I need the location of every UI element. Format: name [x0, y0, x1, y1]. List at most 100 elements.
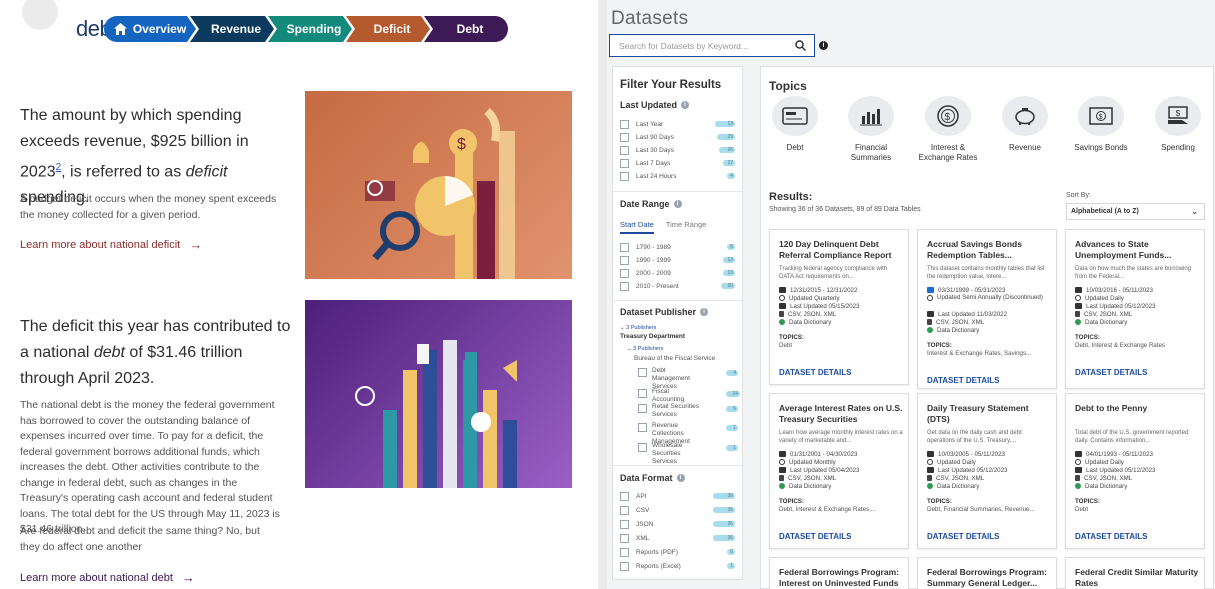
filter-api[interactable]: API 36	[620, 490, 735, 502]
info-icon[interactable]: i	[673, 200, 682, 208]
filter-1990-1999[interactable]: 1990 - 1999 12	[620, 254, 735, 266]
checkbox[interactable]	[620, 145, 629, 155]
dataset-card[interactable]: Federal Credit Similar Maturity Rates	[1065, 557, 1205, 589]
info-icon[interactable]: i	[819, 41, 828, 50]
checkbox[interactable]	[620, 519, 629, 529]
nav-revenue[interactable]: Revenue	[190, 16, 274, 42]
checkbox[interactable]	[620, 255, 629, 265]
info-icon[interactable]: i	[676, 474, 685, 482]
checkbox[interactable]	[638, 443, 647, 452]
dataset-card[interactable]: 120 Day Delinquent Debt Referral Complia…	[769, 229, 909, 385]
dataset-details-link[interactable]: DATASET DETAILS	[1075, 368, 1147, 377]
filter-last-30-days[interactable]: Last 30 Days 26	[620, 144, 735, 156]
checkbox[interactable]	[620, 561, 629, 571]
dataset-details-link[interactable]: DATASET DETAILS	[779, 532, 851, 541]
card-title[interactable]: 120 Day Delinquent Debt Referral Complia…	[779, 239, 903, 261]
topic-savings-bonds[interactable]: $ Savings Bonds	[1067, 96, 1135, 153]
dataset-card[interactable]: Advances to State Unemployment Funds... …	[1065, 229, 1205, 389]
checkbox[interactable]	[620, 491, 629, 501]
card-title[interactable]: Federal Credit Similar Maturity Rates	[1075, 567, 1199, 589]
filter-reports-pdf[interactable]: Reports (PDF) 6	[620, 546, 735, 558]
dataset-card[interactable]: Federal Borrowings Program: Interest on …	[769, 557, 909, 589]
sort-select[interactable]: Alphabetical (A to Z) ⌄	[1066, 203, 1205, 220]
card-updated-text: Last Updated 11/03/2022	[938, 310, 1008, 318]
checkbox[interactable]	[638, 368, 647, 377]
filter-last-7-days[interactable]: Last 7 Days 17	[620, 157, 735, 169]
filter-retail-securities[interactable]: Retail Securities Services 6	[638, 403, 738, 419]
debt-learn-more-link[interactable]: Learn more about national debt →	[20, 570, 195, 585]
card-dates: 01/31/2001 - 04/30/2023	[779, 450, 907, 458]
topic-interest-rates[interactable]: $ Interest & Exchange Rates	[914, 96, 982, 163]
card-title[interactable]: Federal Borrowings Program: Summary Gene…	[927, 567, 1051, 589]
dataset-card[interactable]: Daily Treasury Statement (DTS) Get data …	[917, 393, 1057, 549]
checkbox[interactable]	[638, 389, 647, 398]
card-topics: Debt	[1075, 506, 1089, 513]
topic-spending[interactable]: $ Spending	[1144, 96, 1212, 153]
info-icon[interactable]: i	[681, 101, 690, 109]
dataset-card[interactable]: Federal Borrowings Program: Summary Gene…	[917, 557, 1057, 589]
dataset-card[interactable]: Debt to the Penny Total debt of the U.S.…	[1065, 393, 1205, 549]
filter-csv[interactable]: CSV 36	[620, 504, 735, 516]
checkbox[interactable]	[620, 547, 629, 557]
dataset-details-link[interactable]: DATASET DETAILS	[927, 376, 999, 385]
calendar-icon	[927, 311, 934, 317]
nav-debt[interactable]: Debt	[424, 16, 508, 42]
card-title[interactable]: Federal Borrowings Program: Interest on …	[779, 567, 903, 589]
publisher-count-note[interactable]: ⌄ 3 Publishers	[620, 325, 656, 331]
card-updated: Last Updated 05/12/2023	[927, 466, 1055, 474]
calendar-icon	[927, 467, 934, 473]
filter-last-90-days[interactable]: Last 90 Days 29	[620, 131, 735, 143]
topic-financial-summaries[interactable]: Financial Summaries	[837, 96, 905, 163]
checkbox[interactable]	[620, 158, 629, 168]
filter-last-year[interactable]: Last Year 13	[620, 118, 735, 130]
filter-reports-excel[interactable]: Reports (Excel) 1	[620, 560, 735, 572]
data-format-title: Data Format i	[620, 473, 685, 483]
card-title[interactable]: Advances to State Unemployment Funds...	[1075, 239, 1199, 261]
checkbox[interactable]	[620, 533, 629, 543]
checkbox[interactable]	[620, 119, 629, 129]
search-icon[interactable]	[795, 40, 806, 51]
checkbox[interactable]	[620, 268, 629, 278]
checkbox[interactable]	[638, 404, 647, 413]
checkbox[interactable]	[620, 281, 629, 291]
filter-1790-1989[interactable]: 1790 - 1989 6	[620, 241, 735, 253]
filter-2010-present[interactable]: 2010 - Present 20	[620, 280, 735, 292]
checkbox[interactable]	[620, 171, 629, 181]
filter-2000-2009[interactable]: 2000 - 2009 13	[620, 267, 735, 279]
card-title[interactable]: Accrual Savings Bonds Redemption Tables.…	[927, 239, 1051, 261]
checkbox[interactable]	[620, 242, 629, 252]
results-count: Showing 36 of 36 Datasets, 89 of 89 Data…	[769, 206, 921, 213]
filter-xml[interactable]: XML 36	[620, 532, 735, 544]
site-logo[interactable]	[22, 0, 58, 30]
filter-fiscal-accounting[interactable]: Fiscal Accounting 24	[638, 388, 740, 404]
filter-wholesale-securities[interactable]: Wholesale Securities Services 1	[638, 442, 738, 466]
tab-start-date[interactable]: Start Date	[620, 220, 654, 234]
card-formats-text: CSV, JSON, XML	[788, 310, 837, 318]
dataset-details-link[interactable]: DATASET DETAILS	[1075, 532, 1147, 541]
card-title[interactable]: Average Interest Rates on U.S. Treasury …	[779, 403, 903, 425]
dataset-details-link[interactable]: DATASET DETAILS	[779, 368, 851, 377]
topic-revenue[interactable]: Revenue	[991, 96, 1059, 153]
search-input[interactable]	[619, 40, 789, 51]
checkbox[interactable]	[620, 132, 629, 142]
date-range-tabs: Start Date Time Range	[620, 220, 718, 234]
deficit-learn-more-link[interactable]: Learn more about national deficit →	[20, 237, 202, 252]
checkbox[interactable]	[638, 423, 647, 432]
dataset-details-link[interactable]: DATASET DETAILS	[927, 532, 999, 541]
nav-deficit[interactable]: Deficit	[346, 16, 430, 42]
nav-spending[interactable]: Spending	[268, 16, 352, 42]
topic-debt[interactable]: Debt	[761, 96, 829, 153]
card-title[interactable]: Debt to the Penny	[1075, 403, 1199, 414]
tab-time-range[interactable]: Time Range	[666, 220, 707, 234]
info-icon[interactable]: i	[700, 308, 709, 316]
filter-last-24-hours[interactable]: Last 24 Hours 4	[620, 170, 735, 182]
filter-json[interactable]: JSON 36	[620, 518, 735, 530]
publisher-sub-count-note[interactable]: ⌄ 3 Publishers	[627, 346, 663, 352]
card-formats-text: CSV, JSON, XML	[788, 474, 837, 482]
nav-overview[interactable]: Overview	[104, 16, 196, 42]
card-title[interactable]: Daily Treasury Statement (DTS)	[927, 403, 1051, 425]
checkbox[interactable]	[620, 505, 629, 515]
dataset-card[interactable]: Accrual Savings Bonds Redemption Tables.…	[917, 229, 1057, 389]
card-meta: 10/03/2005 - 05/11/2023 Updated Daily La…	[927, 450, 1055, 490]
dataset-card[interactable]: Average Interest Rates on U.S. Treasury …	[769, 393, 909, 549]
